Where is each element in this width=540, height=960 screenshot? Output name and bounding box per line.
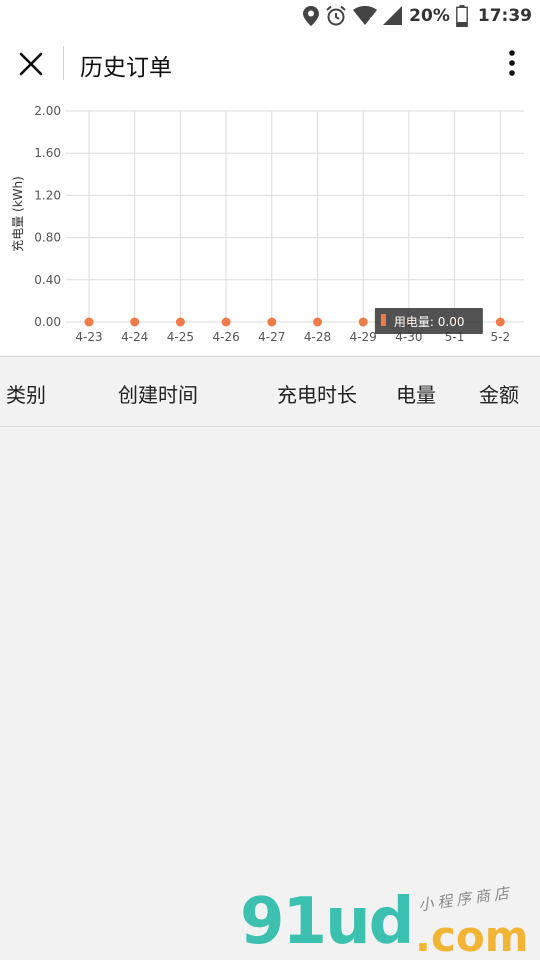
chart-grid [66, 110, 524, 323]
y-axis-title: 充电量 (kWh) [10, 176, 25, 252]
nav-divider [63, 46, 64, 80]
data-point [267, 317, 277, 327]
x-tick-label: 4-29 [350, 330, 377, 344]
screen: x 20% 17:39 历史订单 充电量 (kWh) 0.00 0.40 0.8… [0, 0, 540, 960]
y-tick-label: 0.80 [34, 231, 61, 245]
alarm-icon [325, 5, 347, 27]
more-button[interactable] [502, 48, 522, 78]
table-header: 类别 创建时间 充电时长 电量 金额 [0, 357, 540, 427]
data-point [130, 317, 140, 327]
data-point [221, 317, 231, 327]
battery-percent: 20% [409, 6, 450, 26]
data-point [175, 317, 185, 327]
y-tick-label: 0.00 [34, 315, 61, 329]
column-header-energy: 电量 [396, 383, 436, 407]
page-title: 历史订单 [80, 55, 172, 81]
chart-svg: 充电量 (kWh) 0.00 0.40 0.80 1.20 1.60 2.00 4-23 4… [10, 104, 524, 344]
data-point [358, 317, 368, 327]
column-header-charge-duration: 充电时长 [277, 383, 357, 407]
y-tick-label: 1.60 [34, 146, 61, 160]
x-tick-label: 4-23 [75, 330, 102, 344]
location-icon [303, 6, 320, 26]
x-tick-label: 4-25 [167, 330, 194, 344]
tooltip-text: 用电量: 0.00 [394, 315, 465, 329]
y-tick-label: 0.40 [34, 273, 61, 287]
cell-signal-icon [383, 6, 403, 26]
more-vertical-icon [509, 50, 515, 76]
x-tick-label: 4-28 [304, 330, 331, 344]
watermark-subtitle: 小程序商店 [417, 883, 514, 915]
watermark-logo: 91ud .com 小程序商店 [240, 880, 540, 960]
wifi-icon: x [353, 6, 378, 26]
close-icon [19, 52, 43, 76]
y-tick-label: 1.20 [34, 188, 61, 202]
watermark-suffix: .com [415, 912, 529, 960]
column-header-created-time: 创建时间 [118, 383, 198, 407]
data-point [313, 317, 322, 327]
data-point [495, 317, 505, 327]
y-tick-labels: 0.00 0.40 0.80 1.20 1.60 2.00 [34, 104, 61, 329]
x-tick-label: 4-27 [258, 330, 285, 344]
column-header-type: 类别 [6, 383, 46, 407]
close-button[interactable] [14, 47, 48, 81]
watermark-main-text: 91ud [240, 885, 414, 959]
x-tick-label: 5-2 [490, 330, 510, 344]
clock: 17:39 [477, 6, 532, 26]
nav-bar: 历史订单 [0, 32, 540, 94]
column-header-amount: 金额 [479, 383, 519, 407]
data-point [84, 317, 94, 327]
x-tick-label: 4-24 [121, 330, 148, 344]
svg-text:x: x [369, 15, 374, 24]
usage-chart: 充电量 (kWh) 0.00 0.40 0.80 1.20 1.60 2.00 4-23 4… [0, 94, 540, 356]
chart-tooltip: 用电量: 0.00 [374, 308, 483, 334]
tooltip-swatch [380, 314, 386, 326]
status-bar: x 20% 17:39 [0, 0, 540, 32]
battery-icon [455, 5, 468, 27]
x-tick-label: 4-26 [212, 330, 239, 344]
y-tick-label: 2.00 [34, 104, 61, 118]
